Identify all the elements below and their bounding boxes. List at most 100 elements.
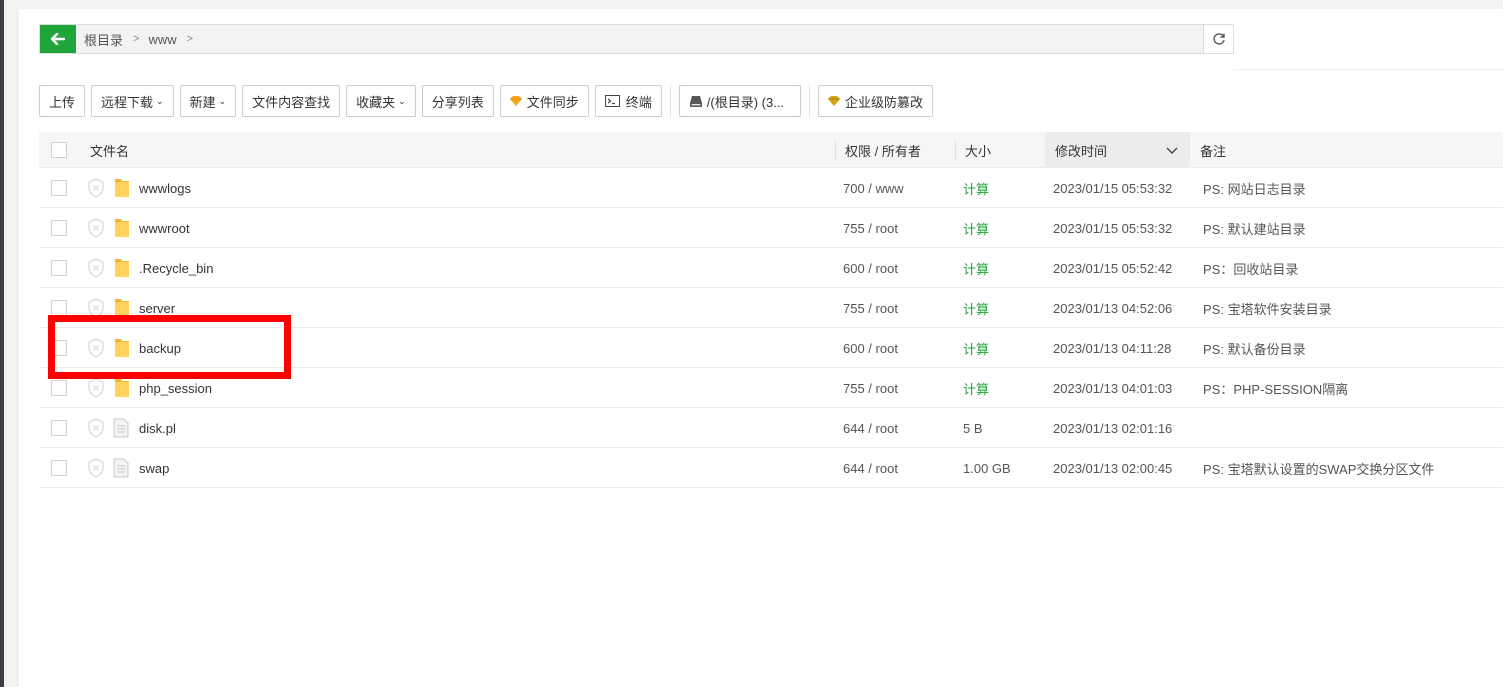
new-button[interactable]: 新建 ⌄ [179,85,237,117]
row-checkbox[interactable] [51,460,67,476]
upload-label: 上传 [49,94,76,110]
file-name[interactable]: .Recycle_bin [139,248,213,288]
back-button[interactable] [40,25,76,53]
col-perm[interactable]: 权限 / 所有者 [845,132,921,168]
file-note[interactable]: PS: 网站日志目录 [1203,168,1306,208]
table-row[interactable]: backup 600 / root 计算 2023/01/13 04:11:28 PS:… [39,328,1503,368]
file-perm[interactable]: 755 / root [843,368,898,408]
row-checkbox[interactable] [51,220,67,236]
type-icon-cell [113,448,129,488]
file-name[interactable]: backup [139,328,181,368]
table-row[interactable]: wwwroot 755 / root 计算 2023/01/15 05:53:32 PS… [39,208,1503,248]
file-perm[interactable]: 644 / root [843,408,898,448]
row-select-cell [51,368,67,408]
file-size[interactable]: 计算 [963,368,989,408]
file-note[interactable]: PS: 宝塔软件安装目录 [1203,288,1332,328]
row-select-cell [51,408,67,448]
file-size[interactable]: 计算 [963,168,989,208]
file-note[interactable]: PS: 宝塔默认设置的SWAP交换分区文件 [1203,448,1434,488]
row-checkbox[interactable] [51,300,67,316]
content-search-label: 文件内容查找 [252,94,331,110]
table-row[interactable]: .Recycle_bin 600 / root 计算 2023/01/15 05:52… [39,248,1503,288]
file-perm[interactable]: 755 / root [843,288,898,328]
shield-icon[interactable] [87,338,105,358]
file-perm[interactable]: 755 / root [843,208,898,248]
sort-down-icon [1166,147,1178,154]
row-checkbox[interactable] [51,420,67,436]
file-icon [113,458,129,478]
file-mtime: 2023/01/13 02:01:16 [1053,420,1173,436]
file-name[interactable]: wwwlogs [139,168,191,208]
terminal-button[interactable]: 终端 [594,85,662,117]
col-mtime[interactable]: 修改时间 [1045,132,1190,168]
disk-icon [689,95,702,107]
table-row[interactable]: disk.pl 644 / root 5 B 2023/01/13 02:01:16 [39,408,1503,448]
file-sync-button[interactable]: 文件同步 [499,85,589,117]
table-row[interactable]: server 755 / root 计算 2023/01/13 04:52:06 PS:… [39,288,1503,328]
table-row[interactable]: php_session 755 / root 计算 2023/01/13 04:01:… [39,368,1503,408]
table-row[interactable]: swap 644 / root 1.00 GB 2023/01/13 02:00:45… [39,448,1503,488]
file-size[interactable]: 计算 [963,288,989,328]
protect-cell [87,408,105,448]
col-name[interactable]: 文件名 [90,132,129,168]
breadcrumb-www[interactable]: www [148,32,176,47]
row-checkbox[interactable] [51,380,67,396]
chevron-down-icon: ⌄ [398,95,406,106]
disk-button[interactable]: /(根目录) (3... [678,85,802,117]
col-mtime-label: 修改时间 [1055,143,1108,159]
file-note[interactable]: PS：回收站目录 [1203,248,1298,288]
chevron-down-icon: ⌄ [218,95,227,106]
shield-icon[interactable] [87,418,105,438]
toolbar: 上传 远程下载 ⌄ 新建 ⌄ 文件内容查找 收藏夹 ⌄ 分享列表 文件同步 终端 /(… [39,85,939,117]
divider [1234,69,1503,70]
type-icon-cell [113,248,131,288]
file-size[interactable]: 计算 [963,208,989,248]
shield-icon[interactable] [87,178,105,198]
file-mtime: 2023/01/13 04:11:28 [1053,340,1172,356]
file-perm[interactable]: 600 / root [843,328,898,368]
folder-icon [115,379,129,397]
file-name[interactable]: swap [139,448,169,488]
breadcrumb-root[interactable]: 根目录 [84,30,123,49]
toolbar-divider [809,85,811,117]
file-name[interactable]: php_session [139,368,212,408]
upload-button[interactable]: 上传 [39,85,86,117]
shield-icon[interactable] [87,218,105,238]
file-size[interactable]: 计算 [963,248,989,288]
refresh-button[interactable] [1203,24,1234,54]
tamper-proof-button[interactable]: 企业级防篡改 [818,85,934,117]
col-size[interactable]: 大小 [965,132,991,168]
favorites-button[interactable]: 收藏夹 ⌄ [346,85,416,117]
col-note[interactable]: 备注 [1200,132,1226,168]
shield-icon[interactable] [87,458,105,478]
shield-icon[interactable] [87,378,105,398]
content-search-button[interactable]: 文件内容查找 [242,85,341,117]
file-name[interactable]: wwwroot [139,208,190,248]
file-note[interactable]: PS: 默认建站目录 [1203,208,1306,248]
type-icon-cell [113,368,131,408]
refresh-icon [1212,33,1225,45]
shield-icon[interactable] [87,258,105,278]
remote-download-button[interactable]: 远程下载 ⌄ [91,85,174,117]
file-name[interactable]: disk.pl [139,408,176,448]
shield-icon[interactable] [87,298,105,318]
row-select-cell [51,448,67,488]
file-name[interactable]: server [139,288,175,328]
file-size[interactable]: 计算 [963,328,989,368]
select-all-checkbox[interactable] [51,142,67,158]
type-icon-cell [113,408,129,448]
row-checkbox[interactable] [51,340,67,356]
file-note[interactable]: PS: 默认备份目录 [1203,328,1306,368]
path-bar[interactable]: 根目录 > www > [39,24,1234,54]
row-checkbox[interactable] [51,180,67,196]
file-perm[interactable]: 700 / www [843,168,904,208]
tamper-proof-label: 企业级防篡改 [845,94,924,110]
file-perm[interactable]: 600 / root [843,248,898,288]
file-perm[interactable]: 644 / root [843,448,898,488]
table-row[interactable]: wwwlogs 700 / www 计算 2023/01/15 05:53:32 PS:… [39,168,1503,208]
row-checkbox[interactable] [51,260,67,276]
share-list-button[interactable]: 分享列表 [421,85,494,117]
col-divider [835,140,836,160]
folder-icon [115,339,129,357]
file-note[interactable]: PS：PHP-SESSION隔离 [1203,368,1348,408]
